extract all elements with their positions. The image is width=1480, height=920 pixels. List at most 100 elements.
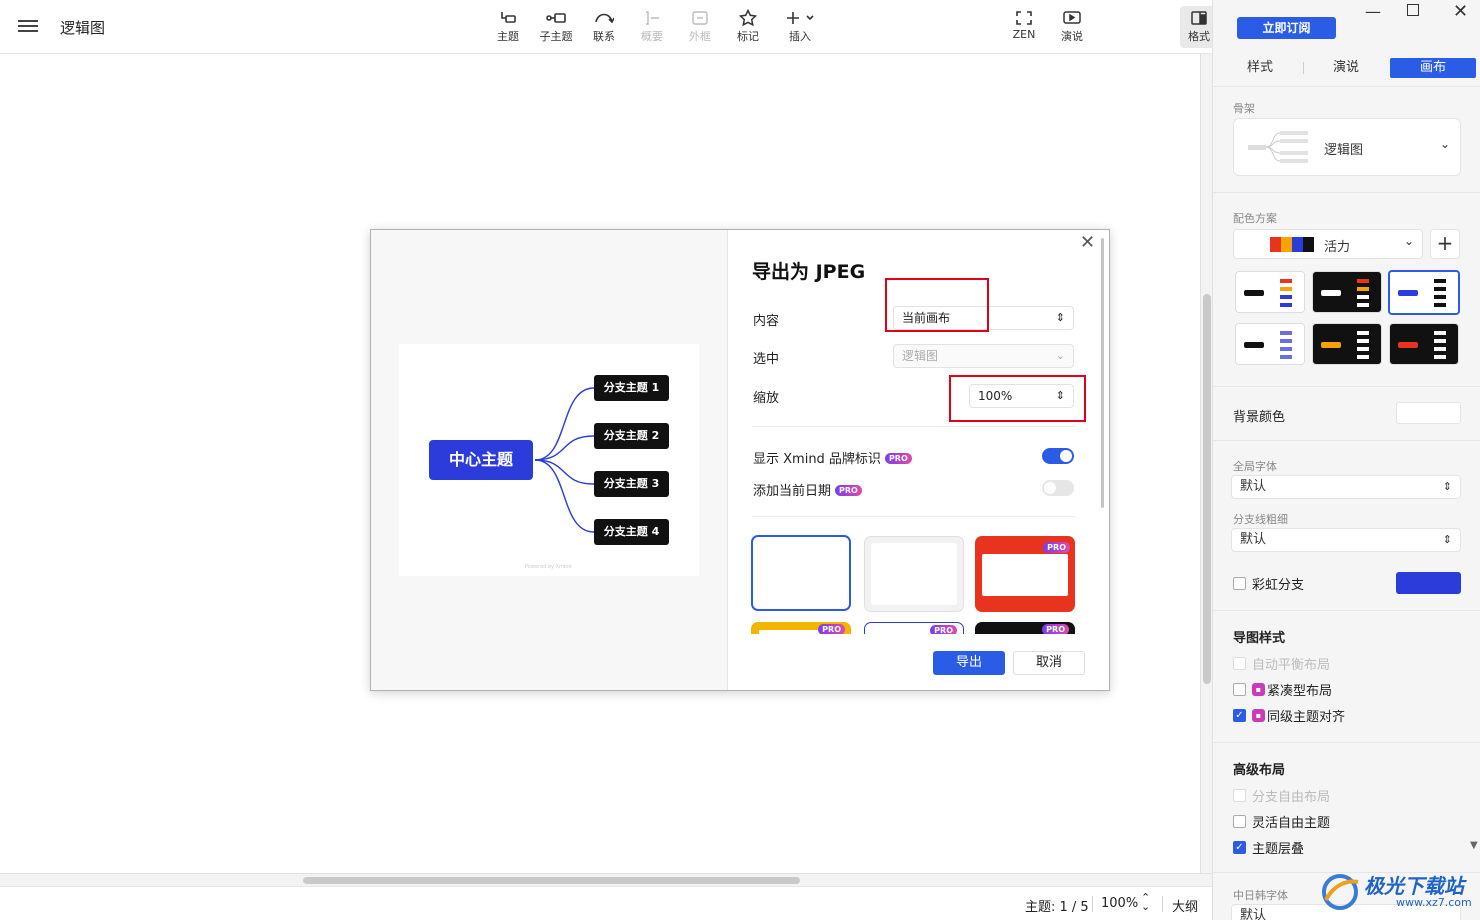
color-scheme-value: 活力: [1324, 240, 1351, 255]
toolbar-topic-button[interactable]: 主题: [486, 8, 530, 44]
star-icon: [726, 8, 770, 28]
free-branch-checkbox[interactable]: [1233, 789, 1246, 802]
pro-badge: PRO: [835, 485, 862, 496]
free-branch-option[interactable]: 分支自由布局: [1233, 786, 1330, 805]
toolbar-zen-button[interactable]: ZEN: [1002, 8, 1046, 41]
swatch-orange: [1281, 237, 1292, 252]
theme-thumbnail[interactable]: [1389, 323, 1459, 365]
toolbar-marker-button[interactable]: 标记: [726, 8, 770, 44]
rainbow-branch-label: 彩虹分支: [1252, 578, 1305, 593]
canvas-horizontal-scrollbar[interactable]: [0, 873, 1212, 886]
auto-balance-option[interactable]: 自动平衡布局: [1233, 654, 1330, 673]
color-scheme-swatches: [1270, 237, 1314, 252]
horizontal-scrollbar-thumb[interactable]: [303, 877, 800, 884]
color-scheme-selector[interactable]: 活力 ⌄: [1233, 229, 1423, 259]
toolbar-pitch-button[interactable]: 演说: [1050, 8, 1094, 44]
global-font-select[interactable]: 默认 ⇕: [1231, 475, 1461, 499]
rainbow-branch-color-swatch[interactable]: [1396, 572, 1461, 594]
background-color-swatch[interactable]: [1396, 402, 1461, 424]
toolbar-subtopic-label: 子主题: [539, 30, 573, 43]
theme-thumbnail[interactable]: [1235, 323, 1305, 365]
zoom-stepper-icon[interactable]: ⌃ ⌄: [1141, 892, 1150, 912]
stepper-icon: ⇕: [1055, 311, 1065, 324]
panel-divider: [1213, 742, 1480, 743]
tab-pitch[interactable]: 演说: [1307, 58, 1385, 78]
export-button[interactable]: 导出: [933, 651, 1005, 675]
pro-badge: PRO: [884, 453, 912, 464]
rainbow-branch-checkbox[interactable]: [1233, 577, 1246, 590]
toolbar-insert-button[interactable]: 插入: [778, 8, 822, 44]
close-window-icon[interactable]: ✕: [1453, 1, 1468, 22]
minimize-icon[interactable]: —: [1365, 2, 1381, 21]
topic-overlap-option[interactable]: ✓ 主题层叠: [1233, 838, 1304, 857]
theme-thumbnail[interactable]: [1235, 271, 1305, 313]
vertical-scrollbar-thumb[interactable]: [1203, 294, 1211, 684]
background-option-red[interactable]: PRO: [975, 536, 1075, 612]
tab-divider: [1303, 62, 1304, 74]
cancel-button[interactable]: 取消: [1013, 651, 1085, 675]
add-date-option: 添加当前日期 PRO: [753, 480, 862, 499]
background-option-white[interactable]: [751, 535, 851, 611]
stepper-icon: ⇕: [1442, 533, 1452, 546]
scale-label: 缩放: [753, 391, 780, 406]
dialog-scrollbar[interactable]: [1101, 238, 1104, 508]
selection-select[interactable]: 逻辑图 ⌄: [893, 344, 1074, 368]
format-panel: 立即订阅 — ✕ 样式 演说 画布 骨架 逻辑图 ⌄ 配色方案 活力 ⌄ + 背…: [1212, 0, 1480, 920]
toolbar-pitch-label: 演说: [1061, 30, 1083, 43]
subtopic-icon: [534, 8, 578, 28]
auto-balance-checkbox[interactable]: [1233, 657, 1246, 670]
export-preview: 中心主题 分支主题 1 分支主题 2 分支主题 3 分支主题 4 Powered…: [399, 344, 699, 576]
selection-label: 选中: [753, 352, 780, 367]
flexible-topic-checkbox[interactable]: [1233, 815, 1246, 828]
toolbar-boundary-button[interactable]: 外框: [678, 8, 722, 44]
subscribe-button[interactable]: 立即订阅: [1237, 17, 1336, 39]
zoom-level[interactable]: 100%: [1101, 896, 1138, 911]
hamburger-menu-icon[interactable]: [18, 17, 38, 37]
export-preview-pane: 中心主题 分支主题 1 分支主题 2 分支主题 3 分支主题 4 Powered…: [371, 230, 728, 690]
compact-layout-checkbox[interactable]: [1233, 683, 1246, 696]
panel-scroll-down-icon[interactable]: ▼: [1470, 840, 1478, 851]
sibling-align-checkbox[interactable]: ✓: [1233, 709, 1246, 722]
theme-thumbnail[interactable]: [1312, 271, 1382, 313]
background-option-outline[interactable]: PRO: [864, 622, 964, 634]
canvas-vertical-scrollbar[interactable]: [1200, 54, 1212, 886]
swatch-black: [1303, 237, 1314, 252]
compact-layout-option[interactable]: ▪ 紧凑型布局: [1233, 680, 1332, 699]
toolbar-summary-button[interactable]: 概要: [630, 8, 674, 44]
status-divider: [1092, 896, 1093, 912]
dialog-close-icon[interactable]: ✕: [1080, 232, 1095, 253]
background-option-gray[interactable]: [864, 536, 964, 612]
zen-icon: [1002, 8, 1046, 28]
chevron-down-icon: ⌄: [1403, 234, 1414, 248]
theme-thumbnail[interactable]: [1312, 323, 1382, 365]
watermark: 极光下载站 www.xz7.com: [1318, 868, 1478, 918]
maximize-icon[interactable]: [1407, 4, 1419, 16]
stepper-icon: ⇕: [1442, 480, 1452, 493]
branch-topic: 分支主题 4: [594, 519, 669, 545]
sibling-align-option[interactable]: ✓ ▪ 同级主题对齐: [1233, 706, 1345, 725]
tab-style[interactable]: 样式: [1221, 58, 1299, 78]
skeleton-selector[interactable]: 逻辑图 ⌄: [1233, 118, 1461, 176]
branch-width-select[interactable]: 默认 ⇕: [1231, 528, 1461, 552]
rainbow-branch-option[interactable]: 彩虹分支: [1233, 574, 1304, 593]
panel-divider: [1213, 386, 1480, 387]
map-style-title: 导图样式: [1233, 631, 1286, 646]
show-brand-option: 显示 Xmind 品牌标识 PRO: [753, 448, 912, 467]
toolbar-subtopic-button[interactable]: 子主题: [534, 8, 578, 44]
background-option-yellow[interactable]: PRO: [751, 622, 851, 634]
theme-thumbnail-selected[interactable]: [1388, 270, 1460, 315]
add-color-scheme-button[interactable]: +: [1430, 229, 1460, 259]
topic-overlap-label: 主题层叠: [1252, 842, 1305, 857]
add-date-toggle[interactable]: [1042, 480, 1074, 496]
toolbar-relationship-button[interactable]: 联系: [582, 8, 626, 44]
panel-divider: [1213, 86, 1480, 87]
logic-chart-thumbnail-icon: [1248, 131, 1308, 163]
outline-button[interactable]: 大纲: [1172, 896, 1198, 915]
show-brand-toggle[interactable]: [1042, 448, 1074, 464]
tab-canvas[interactable]: 画布: [1390, 58, 1476, 78]
advanced-layout-title: 高级布局: [1233, 763, 1286, 778]
pitch-icon: [1050, 8, 1094, 28]
topic-overlap-checkbox[interactable]: ✓: [1233, 841, 1246, 854]
flexible-topic-option[interactable]: 灵活自由主题: [1233, 812, 1330, 831]
background-option-black[interactable]: PRO: [975, 622, 1075, 634]
